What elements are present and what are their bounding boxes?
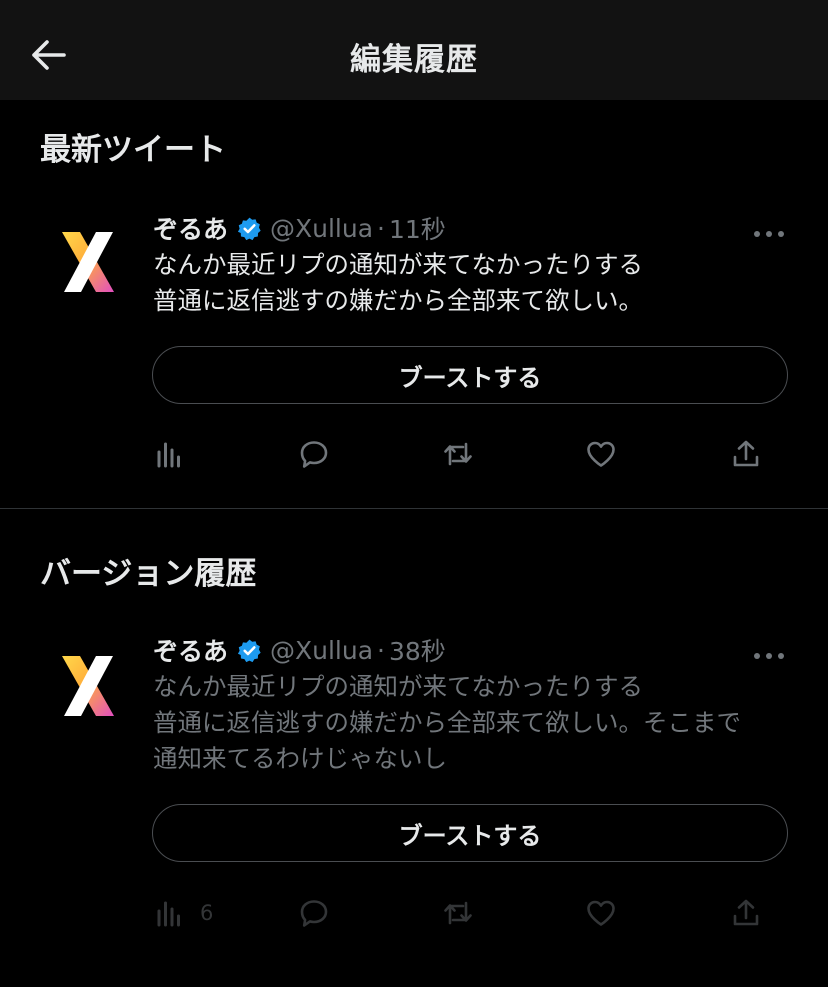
tweet-text: なんか最近リプの通知が来てなかったりする 普通に返信逃すの嫌だから全部来て欲しい… [153,669,813,777]
bar-chart-icon [157,901,180,927]
views-button[interactable]: 6 [154,893,213,933]
tweet-text-line: なんか最近リプの通知が来てなかったりする [153,250,643,279]
page-title: 編集履歴 [350,42,478,78]
repost-button[interactable] [442,434,474,474]
action-bar [0,434,828,474]
repost-icon [444,901,472,925]
bar-chart-icon [157,442,180,468]
share-button[interactable] [730,893,762,933]
section-title-history: バージョン履歴 [40,556,257,592]
x-logo-icon [62,656,114,716]
tweet-header: ぞるあ @Xullua · 38秒 [153,632,446,668]
avatar[interactable] [58,654,118,718]
views-button[interactable] [154,434,200,474]
repost-icon [444,442,472,466]
avatar[interactable] [58,230,118,294]
timestamp[interactable]: 11秒 [389,210,446,246]
reply-button[interactable] [298,434,330,474]
more-button[interactable] [752,224,786,237]
like-button[interactable] [585,893,617,933]
handle[interactable]: @Xullua [270,636,373,665]
tweet-text-line: なんか最近リプの通知が来てなかったりする [153,672,643,701]
timestamp[interactable]: 38秒 [389,632,446,668]
action-bar: 6 [0,893,828,933]
verified-badge-icon [237,639,261,662]
reply-bubble-icon [300,900,328,927]
more-button[interactable] [752,646,786,659]
heart-icon [587,441,615,467]
section-title-latest: 最新ツイート [40,132,226,168]
views-count: 6 [200,901,214,925]
display-name[interactable]: ぞるあ [153,632,228,668]
separator: · [377,635,385,665]
tweet-text-line: 通知来てるわけじゃないし [153,744,447,773]
tweet-text: なんか最近リプの通知が来てなかったりする 普通に返信逃すの嫌だから全部来て欲しい… [153,247,813,319]
boost-button[interactable]: ブーストする [152,804,788,862]
tweet-text-line: 普通に返信逃すの嫌だから全部来て欲しい。そこまで [153,708,741,737]
verified-badge-icon [237,217,261,240]
boost-button[interactable]: ブーストする [152,346,788,404]
share-upload-icon [733,440,759,467]
x-logo-icon [62,232,114,292]
more-horizontal-icon [754,231,784,237]
top-bar: 編集履歴 [0,0,828,100]
tweet-text-line: 普通に返信逃すの嫌だから全部来て欲しい。 [153,286,643,315]
separator: · [377,213,385,243]
more-horizontal-icon [754,653,784,659]
section-divider [0,508,828,509]
share-button[interactable] [730,434,762,474]
repost-button[interactable] [442,893,474,933]
handle[interactable]: @Xullua [270,214,373,243]
like-button[interactable] [585,434,617,474]
reply-button[interactable] [298,893,330,933]
display-name[interactable]: ぞるあ [153,210,228,246]
heart-icon [587,900,615,926]
share-upload-icon [733,899,759,926]
tweet-header: ぞるあ @Xullua · 11秒 [153,210,446,246]
reply-bubble-icon [300,441,328,468]
